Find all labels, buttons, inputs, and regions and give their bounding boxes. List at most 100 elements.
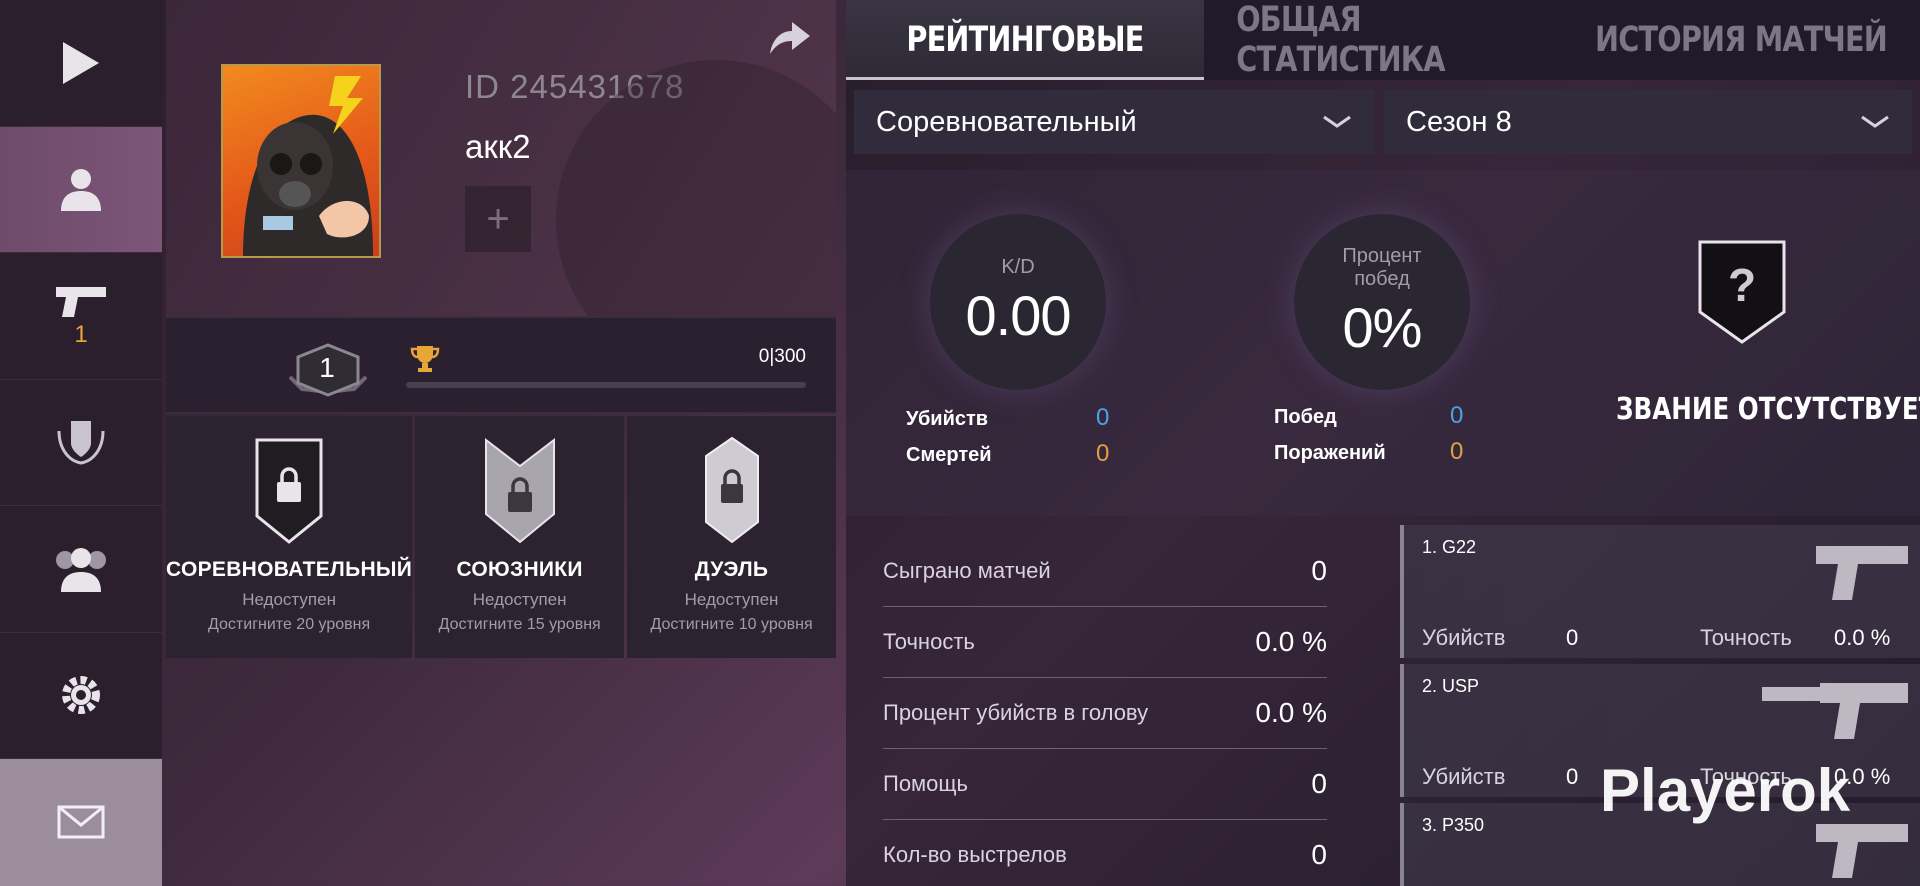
detail-stats: Сыграно матчей 0 Точность 0.0 % Процент уб… — [883, 536, 1327, 886]
tab-label: ИСТОРИЯ МАТЧЕЙ — [1595, 20, 1888, 60]
kd-label: K/D — [1001, 256, 1035, 278]
stats-panel: РЕЙТИНГОВЫЕ ОБЩАЯ СТАТИСТИКА ИСТОРИЯ МАТ… — [846, 0, 1920, 886]
mail-icon — [57, 805, 105, 839]
add-button[interactable]: + — [465, 186, 531, 252]
mode-card-duel[interactable]: ДУЭЛЬ Недоступен Достигните 10 уровня — [627, 416, 836, 658]
weapon-card[interactable]: 1. G22 Убийств 0 Точность 0.0 % — [1400, 525, 1920, 658]
weapon-name: 2. USP — [1422, 676, 1480, 696]
weapon-name: 1. G22 — [1422, 537, 1477, 557]
season-select-value: Сезон 8 — [1406, 105, 1512, 138]
chevron-down-icon — [1323, 115, 1351, 128]
duel-lock-icon — [704, 436, 759, 544]
winrate-value: 0% — [1342, 295, 1423, 359]
mode-requirement: Достигните 10 уровня — [650, 616, 813, 633]
inventory-badge: 1 — [74, 320, 88, 348]
mode-status: Недоступен — [242, 590, 336, 609]
rank-label: ЗВАНИЕ ОТСУТСТВУЕТ — [1616, 392, 1920, 427]
weapon-kills-value: 0 — [1566, 764, 1579, 789]
stat-value: 0 — [1311, 839, 1327, 870]
nav-profile[interactable] — [0, 126, 162, 253]
winrate-label-line2: побед — [1354, 267, 1410, 290]
deaths-stat: Смертей 0 — [906, 440, 1109, 467]
weapon-kills-value: 0 — [1566, 625, 1579, 650]
trophy-icon — [410, 346, 440, 372]
mode-title: ДУЭЛЬ — [694, 558, 769, 581]
stat-value: 0.0 % — [1255, 697, 1327, 728]
profile-card: ID 245431678 акк2 + — [166, 0, 836, 316]
mode-cards: СОРЕВНОВАТЕЛЬНЫЙ Недоступен Достигните 2… — [166, 416, 836, 658]
usp-pistol-icon — [1762, 683, 1908, 739]
losses-value: 0 — [1450, 438, 1464, 465]
stat-row-matches: Сыграно матчей 0 — [883, 536, 1327, 607]
weapon-name: 3. P350 — [1422, 815, 1485, 835]
mode-requirement: Достигните 20 уровня — [208, 616, 371, 633]
player-id: ID 245431678 — [465, 68, 685, 105]
stat-label: Процент убийств в голову — [883, 700, 1149, 725]
kd-value: 0.00 — [965, 284, 1072, 347]
nav-settings[interactable] — [0, 632, 162, 759]
mode-title: СОРЕВНОВАТЕЛЬНЫЙ — [166, 558, 413, 581]
stats-tabs: РЕЙТИНГОВЫЕ ОБЩАЯ СТАТИСТИКА ИСТОРИЯ МАТ… — [846, 0, 1920, 80]
stat-label: Сыграно матчей — [883, 558, 1051, 583]
wins-stat: Побед 0 — [1274, 402, 1463, 429]
deaths-value: 0 — [1096, 440, 1110, 467]
stats-summary: K/D 0.00 Убийств 0 Смертей 0 Процент поб… — [846, 170, 1920, 516]
stat-row-accuracy: Точность 0.0 % — [883, 607, 1327, 678]
losses-label: Поражений — [1274, 442, 1386, 464]
pistol-icon — [56, 286, 106, 317]
tab-general-stats[interactable]: ОБЩАЯ СТАТИСТИКА — [1204, 0, 1562, 80]
nav-friends[interactable] — [0, 506, 162, 633]
mode-card-competitive[interactable]: СОРЕВНОВАТЕЛЬНЫЙ Недоступен Достигните 2… — [166, 416, 413, 658]
mode-requirement: Достигните 15 уровня — [438, 616, 601, 633]
weapon-kills-label: Убийств — [1422, 764, 1506, 789]
kills-value: 0 — [1096, 404, 1110, 431]
winrate-label-line1: Процент — [1342, 244, 1422, 267]
chevron-down-icon — [1861, 115, 1889, 128]
avatar[interactable] — [221, 64, 381, 258]
xp-text: 0|300 — [758, 346, 806, 367]
mode-select[interactable]: Соревновательный — [854, 90, 1374, 154]
share-icon — [770, 22, 810, 54]
filters: Соревновательный Сезон 8 — [854, 90, 1912, 154]
tab-match-history[interactable]: ИСТОРИЯ МАТЧЕЙ — [1562, 0, 1920, 80]
stat-value: 0 — [1311, 555, 1327, 586]
tab-ranked[interactable]: РЕЙТИНГОВЫЕ — [846, 0, 1204, 80]
wins-label: Побед — [1274, 406, 1337, 428]
rank-unknown-mark: ? — [1727, 259, 1757, 311]
tab-label: РЕЙТИНГОВЫЕ — [906, 20, 1144, 60]
player-name: акк2 — [465, 128, 531, 165]
season-select[interactable]: Сезон 8 — [1384, 90, 1912, 154]
stat-row-headshots: Процент убийств в голову 0.0 % — [883, 678, 1327, 749]
g22-pistol-icon — [1816, 546, 1908, 600]
deaths-label: Смертей — [906, 444, 992, 466]
weapon-kills-label: Убийств — [1422, 625, 1506, 650]
winrate-circle: Процент побед 0% — [1294, 214, 1470, 390]
weapon-list: 1. G22 Убийств 0 Точность 0.0 % 2. USP У… — [1400, 525, 1920, 886]
side-nav: 1 — [0, 0, 162, 886]
play-icon — [63, 41, 99, 84]
xp-progress-bar — [406, 382, 806, 388]
mode-status: Недоступен — [472, 590, 567, 609]
mode-title: СОЮЗНИКИ — [456, 558, 583, 581]
level-number: 1 — [319, 352, 335, 383]
kills-stat: Убийств 0 — [906, 404, 1109, 431]
stat-row-shots: Кол-во выстрелов 0 — [883, 820, 1327, 886]
friends-icon — [56, 547, 106, 592]
mode-status: Недоступен — [684, 590, 779, 609]
level-bar: 1 0|300 — [166, 316, 836, 414]
nav-play[interactable] — [0, 0, 162, 127]
share-button[interactable] — [768, 20, 812, 60]
mode-card-allies[interactable]: СОЮЗНИКИ Недоступен Достигните 15 уровня — [415, 416, 625, 658]
nav-mail[interactable] — [0, 759, 162, 886]
p350-pistol-icon — [1816, 824, 1908, 878]
stat-label: Помощь — [883, 771, 968, 796]
stat-value: 0.0 % — [1255, 626, 1327, 657]
nav-clan[interactable] — [0, 379, 162, 506]
nav-inventory[interactable]: 1 — [0, 253, 162, 380]
user-icon — [61, 169, 101, 212]
stat-row-assists: Помощь 0 — [883, 749, 1327, 820]
tab-label: ОБЩАЯ СТАТИСТИКА — [1236, 0, 1445, 80]
allies-lock-icon — [484, 437, 555, 544]
competitive-lock-icon — [255, 438, 323, 544]
kd-circle: K/D 0.00 — [930, 214, 1106, 390]
